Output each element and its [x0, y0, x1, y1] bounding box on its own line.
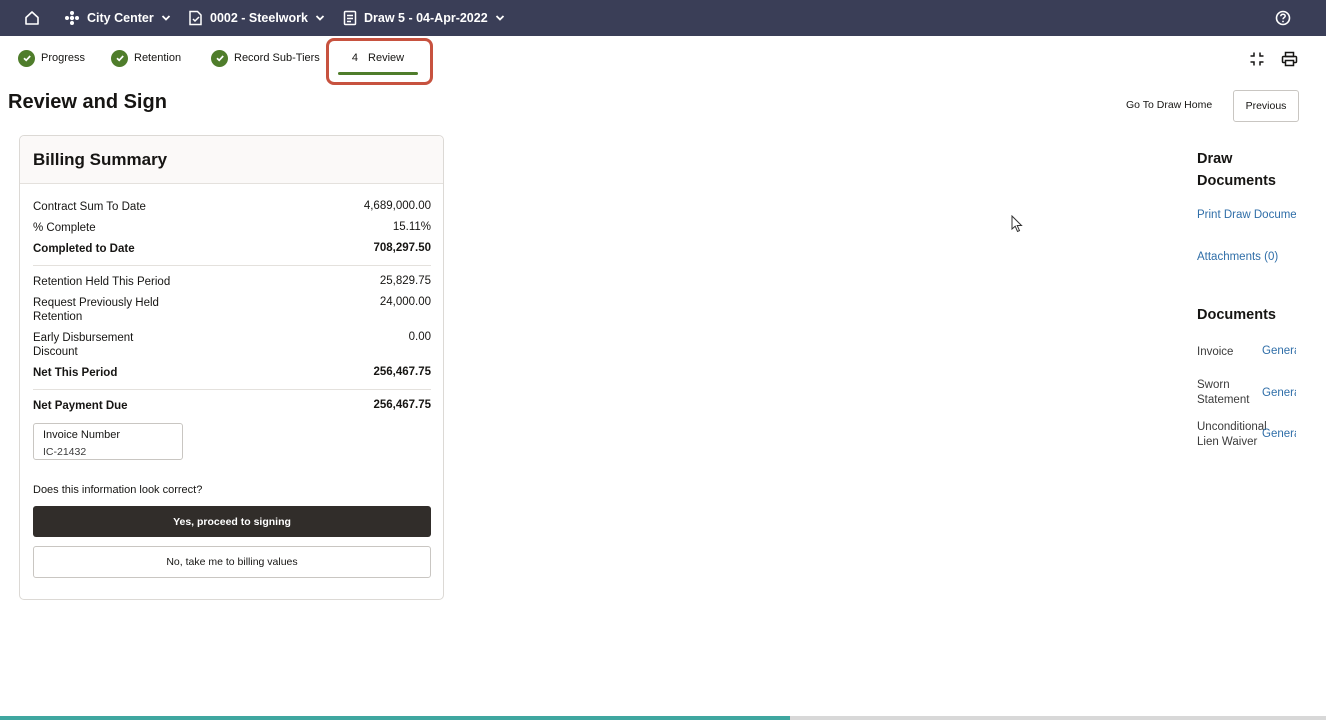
row-label: Retention Held This Period — [33, 276, 171, 288]
row-value: 256,467.75 — [373, 366, 431, 378]
row-value: 24,000.00 — [379, 296, 431, 308]
check-icon — [111, 49, 128, 67]
invoice-number-field[interactable]: Invoice Number — [33, 423, 183, 460]
invoice-number-input[interactable] — [43, 446, 173, 459]
summary-row: Completed to Date 708,297.50 — [33, 242, 431, 256]
row-value: 0.00 — [408, 331, 431, 343]
tab-step-number: 4 — [351, 52, 359, 64]
row-label: % Complete — [33, 222, 96, 234]
generate-sworn-statement-link[interactable]: Generate — [1262, 387, 1296, 399]
row-label: Net Payment Due — [33, 400, 128, 412]
help-icon[interactable] — [1274, 9, 1292, 27]
tab-label: Retention — [134, 52, 182, 64]
contract-name: 0002 - Steelwork — [210, 11, 308, 25]
go-to-draw-home-link[interactable]: Go To Draw Home — [1126, 99, 1212, 111]
document-name: Sworn Statement — [1197, 379, 1250, 406]
mouse-cursor-icon — [1011, 215, 1023, 233]
summary-row: Early Disbursement Discount 0.00 — [33, 331, 431, 359]
summary-row: Net Payment Due 256,467.75 — [33, 399, 431, 413]
summary-row: Contract Sum To Date 4,689,000.00 — [33, 200, 431, 214]
invoice-number-label: Invoice Number — [43, 429, 121, 441]
billing-summary-card: Billing Summary Contract Sum To Date 4,6… — [19, 135, 444, 600]
card-header: Billing Summary — [20, 136, 443, 184]
previous-button[interactable]: Previous — [1233, 90, 1299, 122]
row-label: Contract Sum To Date — [33, 201, 146, 213]
tab-label: Progress — [41, 52, 86, 64]
project-selector[interactable]: City Center — [64, 0, 171, 36]
divider — [33, 265, 431, 266]
tab-review[interactable]: 4 Review — [336, 46, 420, 70]
home-icon[interactable] — [22, 8, 42, 28]
draw-documents-heading: Draw Documents — [1197, 151, 1276, 189]
tab-progress[interactable]: Progress — [18, 46, 85, 70]
contract-selector[interactable]: 0002 - Steelwork — [188, 0, 325, 36]
row-value: 25,829.75 — [379, 275, 431, 287]
project-name: City Center — [87, 11, 154, 25]
draw-name: Draw 5 - 04-Apr-2022 — [364, 11, 488, 25]
generate-invoice-link[interactable]: Generate — [1262, 345, 1296, 357]
check-icon — [18, 49, 35, 67]
row-value: 4,689,000.00 — [363, 200, 431, 212]
active-tab-indicator — [338, 72, 418, 75]
collapse-icon[interactable] — [1247, 49, 1267, 69]
generate-lien-waiver-link[interactable]: Generate — [1262, 428, 1296, 440]
chevron-down-icon — [315, 15, 325, 21]
print-icon[interactable] — [1279, 49, 1299, 69]
tab-label: Record Sub-Tiers — [234, 52, 320, 64]
divider — [33, 389, 431, 390]
page-title: Review and Sign — [8, 91, 167, 113]
row-value: 708,297.50 — [373, 242, 431, 254]
bottom-progress-bar — [0, 716, 1326, 720]
project-icon — [65, 11, 79, 25]
proceed-to-signing-button[interactable]: Yes, proceed to signing — [33, 506, 431, 537]
contract-icon — [189, 10, 202, 26]
document-name: Invoice — [1197, 346, 1234, 358]
billing-values-button[interactable]: No, take me to billing values — [33, 546, 431, 578]
summary-row: Request Previously Held Retention 24,000… — [33, 296, 431, 324]
attachments-link[interactable]: Attachments (0) — [1197, 251, 1307, 263]
summary-row: Net This Period 256,467.75 — [33, 366, 431, 380]
row-label: Request Previously Held Retention — [33, 297, 159, 323]
row-value: 15.11% — [392, 221, 431, 233]
row-label: Early Disbursement Discount — [33, 332, 134, 358]
draw-selector[interactable]: Draw 5 - 04-Apr-2022 — [343, 0, 505, 36]
row-value: 256,467.75 — [373, 399, 431, 411]
documents-heading: Documents — [1197, 307, 1276, 323]
print-draw-documents-link[interactable]: Print Draw Documents — [1197, 209, 1296, 221]
summary-row: % Complete 15.11% — [33, 221, 431, 235]
row-label: Completed to Date — [33, 243, 135, 255]
summary-row: Retention Held This Period 25,829.75 — [33, 275, 431, 289]
chevron-down-icon — [495, 15, 504, 21]
chevron-down-icon — [161, 15, 170, 21]
tab-retention[interactable]: Retention — [111, 46, 181, 70]
confirmation-question: Does this information look correct? — [33, 484, 203, 496]
top-bar: City Center 0002 - Steelwork Draw 5 - 04… — [0, 0, 1326, 36]
tab-record-sub-tiers[interactable]: Record Sub-Tiers — [211, 46, 320, 70]
row-label: Net This Period — [33, 367, 118, 379]
card-title: Billing Summary — [33, 150, 168, 169]
draw-icon — [343, 10, 357, 26]
check-icon — [211, 49, 228, 67]
tab-label: Review — [368, 52, 405, 64]
